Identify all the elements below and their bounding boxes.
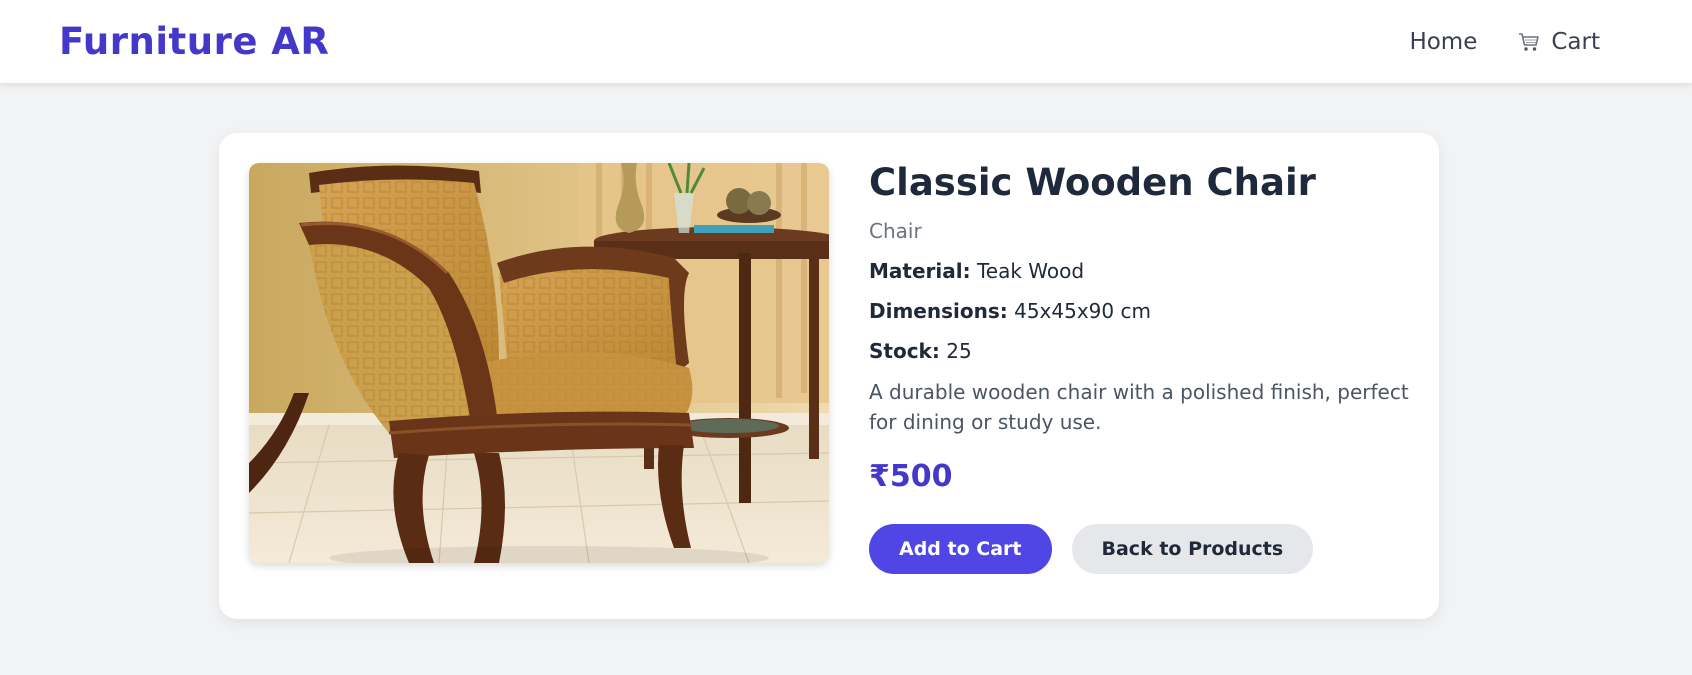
spec-material-value: Teak Wood bbox=[976, 259, 1085, 284]
cart-icon bbox=[1517, 30, 1541, 54]
nav-cart-link[interactable]: Cart bbox=[1517, 29, 1600, 55]
product-category: Chair bbox=[869, 219, 922, 244]
nav-home-link[interactable]: Home bbox=[1409, 29, 1477, 55]
spec-stock-value: 25 bbox=[946, 339, 972, 364]
product-actions: Add to Cart Back to Products bbox=[869, 524, 1409, 575]
brand-logo[interactable]: Furniture AR bbox=[59, 20, 329, 63]
top-navbar: Furniture AR Home Cart bbox=[0, 0, 1692, 83]
product-description: A durable wooden chair with a polished f… bbox=[869, 380, 1409, 435]
product-detail-card: Classic Wooden Chair Chair Material: Tea… bbox=[219, 133, 1439, 619]
spec-dimensions: Dimensions: 45x45x90 cm bbox=[869, 299, 1409, 323]
spec-material: Material: Teak Wood bbox=[869, 259, 1409, 283]
spec-dimensions-label: Dimensions: bbox=[869, 299, 1008, 324]
spec-material-label: Material: bbox=[869, 259, 971, 284]
add-to-cart-button[interactable]: Add to Cart bbox=[869, 524, 1052, 575]
product-image bbox=[249, 163, 829, 563]
nav-home-label: Home bbox=[1409, 28, 1478, 55]
back-to-products-button[interactable]: Back to Products bbox=[1071, 524, 1314, 575]
product-info: Classic Wooden Chair Chair Material: Tea… bbox=[869, 161, 1409, 575]
product-price: ₹500 bbox=[869, 459, 953, 495]
spec-stock: Stock: 25 bbox=[869, 339, 1409, 363]
nav-cart-label: Cart bbox=[1551, 28, 1600, 55]
nav-links: Home Cart bbox=[1409, 29, 1600, 55]
spec-dimensions-value: 45x45x90 cm bbox=[1014, 299, 1151, 324]
spec-stock-label: Stock: bbox=[869, 339, 940, 364]
product-title: Classic Wooden Chair bbox=[869, 161, 1316, 204]
